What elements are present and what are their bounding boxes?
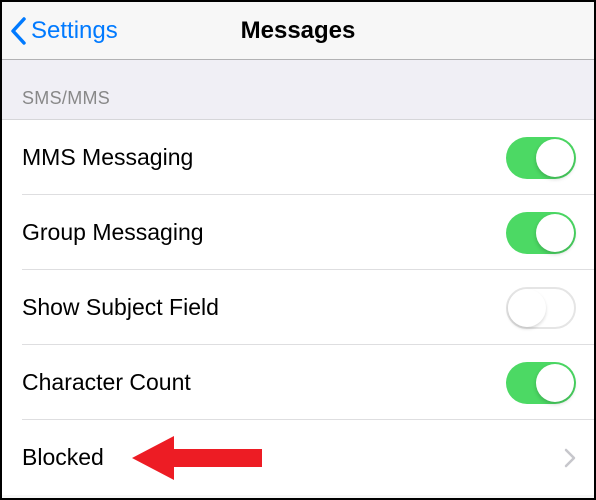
row-mms-messaging: MMS Messaging	[2, 120, 594, 195]
chevron-right-icon	[564, 448, 576, 468]
row-label: Group Messaging	[22, 219, 204, 246]
row-show-subject-field: Show Subject Field	[2, 270, 594, 345]
settings-list: MMS Messaging Group Messaging Show Subje…	[2, 120, 594, 495]
chevron-left-icon	[10, 17, 28, 45]
row-label: Character Count	[22, 369, 191, 396]
toggle-knob	[536, 364, 574, 402]
row-label: Blocked	[22, 444, 104, 471]
page-title: Messages	[241, 17, 356, 45]
toggle-show-subject-field[interactable]	[506, 287, 576, 329]
row-group-messaging: Group Messaging	[2, 195, 594, 270]
row-character-count: Character Count	[2, 345, 594, 420]
back-label: Settings	[31, 17, 118, 45]
back-button[interactable]: Settings	[2, 17, 118, 45]
section-header: SMS/MMS	[2, 60, 594, 120]
toggle-mms-messaging[interactable]	[506, 137, 576, 179]
toggle-knob	[508, 289, 546, 327]
row-label: MMS Messaging	[22, 144, 193, 171]
toggle-group-messaging[interactable]	[506, 212, 576, 254]
row-blocked[interactable]: Blocked	[2, 420, 594, 495]
navigation-bar: Settings Messages	[2, 2, 594, 60]
section-header-label: SMS/MMS	[22, 88, 110, 108]
toggle-character-count[interactable]	[506, 362, 576, 404]
toggle-knob	[536, 214, 574, 252]
row-label: Show Subject Field	[22, 294, 219, 321]
toggle-knob	[536, 139, 574, 177]
